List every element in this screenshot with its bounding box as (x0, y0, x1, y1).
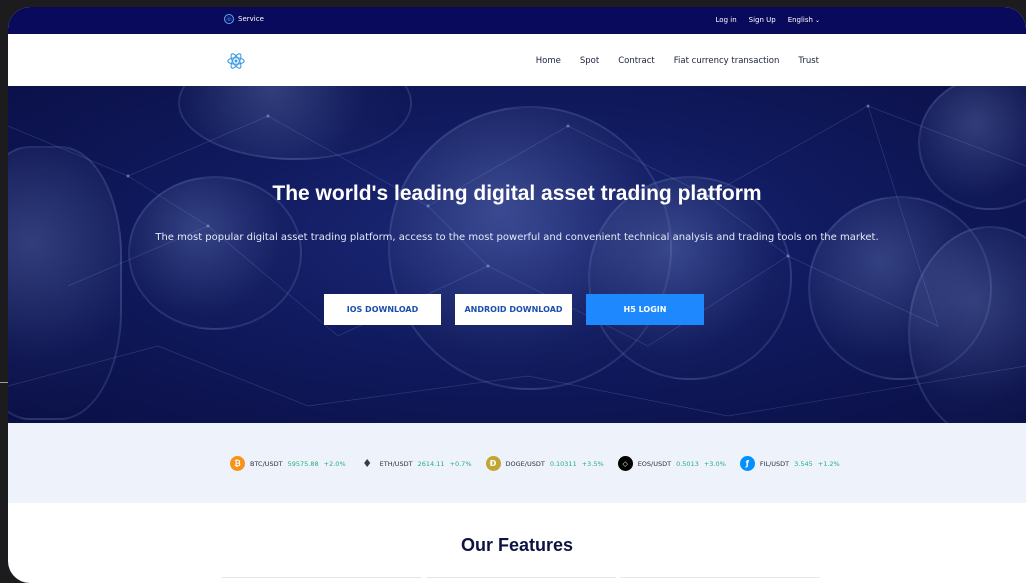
language-selector[interactable]: English ⌄ (788, 16, 820, 24)
nav-links: Home Spot Contract Fiat currency transac… (536, 56, 819, 66)
account-links: Log in Sign Up English ⌄ (716, 16, 820, 24)
ticker-row: ₿ BTC/USDT 59575.88 +2.0% ♦ ETH/USDT 261… (230, 456, 840, 471)
ethereum-icon: ♦ (362, 457, 373, 470)
ticker-item-eos[interactable]: ◇ EOS/USDT 0.5013 +3.0% (617, 456, 726, 471)
ticker-price: 59575.88 (287, 459, 319, 468)
background-divider (0, 382, 8, 383)
ticker-change: +3.0% (703, 459, 726, 468)
nav-fiat[interactable]: Fiat currency transaction (674, 56, 780, 66)
android-download-button[interactable]: ANDROID DOWNLOAD (455, 294, 572, 325)
ios-download-button[interactable]: IOS DOWNLOAD (324, 294, 441, 325)
ticker-item-btc[interactable]: ₿ BTC/USDT 59575.88 +2.0% (230, 456, 346, 471)
language-label: English (787, 16, 813, 24)
ticker-pair: DOGE/USDT (505, 459, 545, 468)
service-link[interactable]: ☏ Service (224, 14, 264, 24)
nav-spot[interactable]: Spot (580, 56, 599, 66)
ticker-price: 2614.11 (417, 459, 445, 468)
feature-card-edge (222, 577, 422, 578)
service-label: Service (238, 15, 264, 23)
hero-title: The world's leading digital asset tradin… (272, 182, 762, 205)
nav-contract[interactable]: Contract (618, 56, 655, 66)
ticker-pair: ETH/USDT (379, 459, 413, 468)
features-heading: Our Features (460, 535, 574, 555)
ticker-pair: BTC/USDT (250, 459, 283, 468)
chevron-down-icon: ⌄ (814, 17, 820, 24)
ticker-change: +1.2% (817, 459, 840, 468)
ticker-item-doge[interactable]: Ð DOGE/USDT 0.10311 +3.5% (485, 456, 604, 471)
ticker-pair: FIL/USDT (759, 459, 790, 468)
ticker-item-fil[interactable]: ƒ FIL/USDT 3.545 +1.2% (739, 456, 840, 471)
ticker-price: 0.5013 (676, 459, 699, 468)
price-ticker: ₿ BTC/USDT 59575.88 +2.0% ♦ ETH/USDT 261… (8, 423, 1026, 503)
feature-card-edge (620, 577, 820, 578)
nav-trust[interactable]: Trust (798, 56, 819, 66)
ticker-price: 0.10311 (549, 459, 577, 468)
ticker-item-eth[interactable]: ♦ ETH/USDT 2614.11 +0.7% (360, 456, 472, 471)
top-bar: ☏ Service Log in Sign Up English ⌄ (8, 7, 1026, 34)
ticker-price: 3.545 (794, 459, 813, 468)
signup-link[interactable]: Sign Up (749, 16, 776, 24)
filecoin-icon: ƒ (739, 456, 755, 471)
atom-logo-icon[interactable] (227, 52, 245, 70)
ticker-pair: EOS/USDT (637, 459, 672, 468)
ticker-change: +3.5% (581, 459, 604, 468)
dogecoin-icon: Ð (485, 456, 501, 471)
eos-icon: ◇ (617, 456, 633, 471)
hero-banner: The world's leading digital asset tradin… (8, 86, 1026, 423)
nav-home[interactable]: Home (536, 56, 561, 66)
ticker-change: +2.0% (323, 459, 346, 468)
bitcoin-icon: ₿ (230, 456, 245, 471)
login-link[interactable]: Log in (716, 16, 737, 24)
browser-frame: ☏ Service Log in Sign Up English ⌄ Home S… (8, 7, 1026, 583)
network-lines-decoration (8, 104, 1026, 417)
main-nav: Home Spot Contract Fiat currency transac… (8, 34, 1026, 86)
feature-card-edge (426, 577, 616, 578)
hero-subtitle: The most popular digital asset trading p… (155, 232, 879, 243)
h5-login-button[interactable]: H5 LOGIN (586, 294, 704, 325)
ticker-change: +0.7% (449, 459, 472, 468)
headset-icon: ☏ (224, 14, 234, 24)
